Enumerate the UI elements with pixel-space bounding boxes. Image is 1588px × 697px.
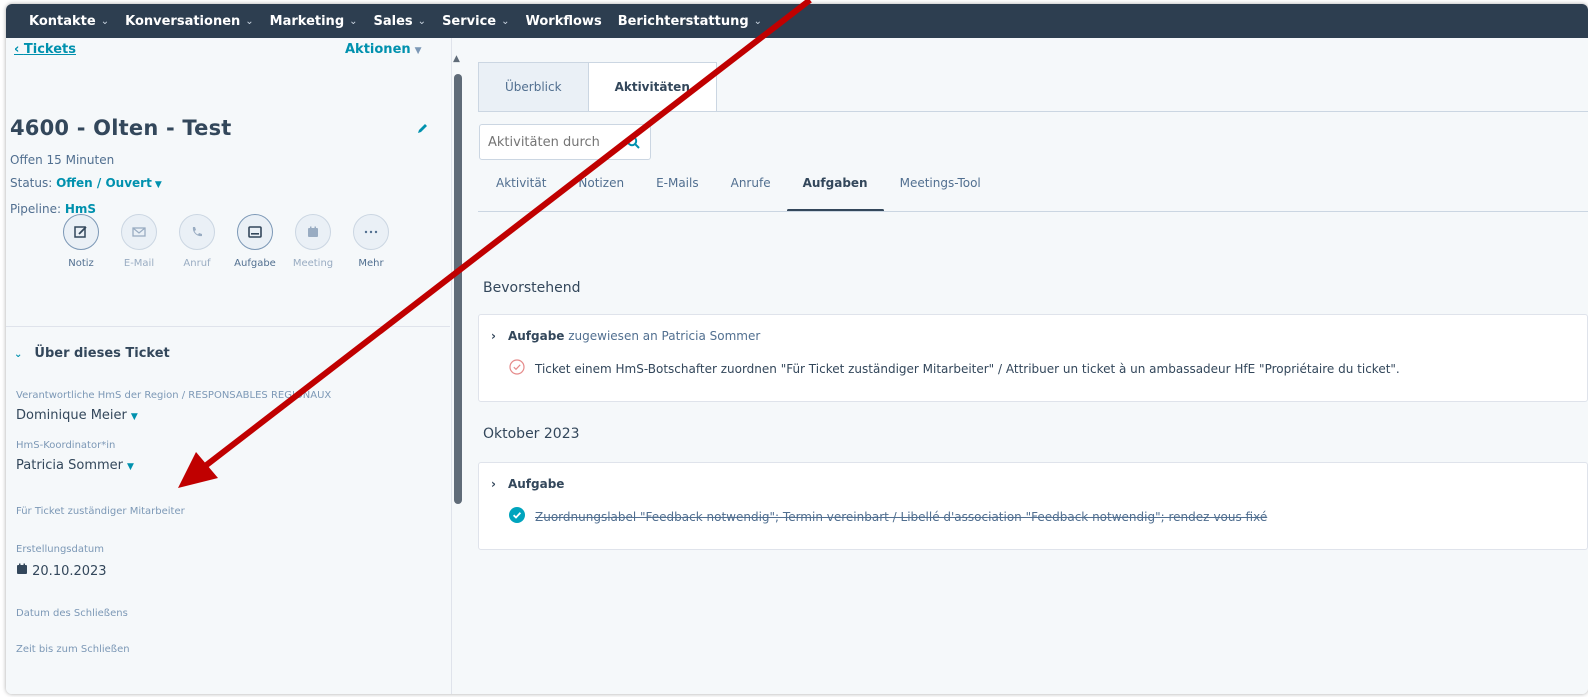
- caret-down-icon: ▼: [414, 46, 422, 56]
- regional-responsible-dropdown[interactable]: Dominique Meier ▼: [16, 408, 138, 423]
- chevron-down-icon: ⌄: [417, 15, 427, 27]
- subtab-emails[interactable]: E-Mails: [656, 176, 699, 212]
- subtab-activity[interactable]: Aktivität: [496, 176, 546, 212]
- nav-sales[interactable]: Sales ⌄: [374, 14, 427, 29]
- subtab-meetings[interactable]: Meetings-Tool: [900, 176, 981, 212]
- record-tabs: Überblick Aktivitäten: [478, 62, 717, 112]
- nav-service[interactable]: Service ⌄: [442, 14, 509, 29]
- tab-activities[interactable]: Aktivitäten: [588, 62, 717, 112]
- meeting-button[interactable]: Meeting: [283, 214, 343, 269]
- upcoming-task-card: › Aufgabe zugewiesen an Patricia Sommer T…: [478, 314, 1588, 402]
- calendar-icon: [295, 214, 331, 250]
- activity-search: [479, 124, 651, 160]
- activity-filter-tabs: Aktivität Notizen E-Mails Anrufe Aufgabe…: [496, 176, 1013, 212]
- close-date-label[interactable]: Datum des Schließens: [16, 608, 128, 619]
- nav-konversationen[interactable]: Konversationen ⌄: [125, 14, 254, 29]
- status-dropdown[interactable]: Offen / Ouvert ▼: [56, 176, 162, 190]
- caret-down-icon: ▼: [127, 462, 134, 472]
- pencil-icon[interactable]: [417, 119, 429, 138]
- app-window: Kontakte ⌄ Konversationen ⌄ Marketing ⌄ Sal…: [6, 4, 1588, 694]
- subtab-calls[interactable]: Anrufe: [731, 176, 771, 212]
- regional-responsible-label: Verantwortliche HmS der Region / RESPONS…: [16, 390, 332, 401]
- activity-search-input[interactable]: [488, 134, 608, 150]
- about-ticket-section-toggle[interactable]: ⌄ Über dieses Ticket: [14, 346, 170, 361]
- nav-berichterstattung[interactable]: Berichterstattung ⌄: [618, 14, 762, 29]
- coordinator-dropdown[interactable]: Patricia Sommer ▼: [16, 458, 134, 473]
- scrollbar-thumb[interactable]: [454, 74, 462, 504]
- sidebar-scrollbar[interactable]: ▲: [452, 52, 464, 694]
- subtab-notes[interactable]: Notizen: [578, 176, 624, 212]
- chevron-down-icon: ⌄: [100, 15, 110, 27]
- calendar-icon: [16, 563, 28, 579]
- caret-down-icon: ▼: [154, 180, 162, 190]
- chevron-down-icon: ⌄: [349, 15, 358, 27]
- chevron-down-icon: ⌄: [14, 349, 23, 360]
- chevron-down-icon: ⌄: [245, 15, 254, 27]
- nav-kontakte[interactable]: Kontakte ⌄: [29, 14, 109, 29]
- subtab-divider: [478, 211, 1588, 212]
- activity-buttons: Notiz E-Mail Anruf Aufgabe Meeting Mehr: [51, 214, 411, 294]
- chevron-down-icon: ⌄: [753, 15, 763, 27]
- email-button[interactable]: E-Mail: [109, 214, 169, 269]
- open-duration: Offen 15 Minuten: [10, 153, 115, 167]
- caret-down-icon: ▼: [130, 412, 138, 422]
- search-icon[interactable]: [626, 135, 640, 153]
- task-button[interactable]: Aufgabe: [225, 214, 285, 269]
- october-heading: Oktober 2023: [483, 426, 580, 442]
- created-date-field[interactable]: 20.10.2023: [16, 563, 107, 579]
- tab-overview[interactable]: Überblick: [478, 62, 589, 112]
- completed-task-card: › Aufgabe Zuordnungslabel "Feedback notwe…: [478, 462, 1588, 550]
- coordinator-label: HmS-Koordinator*in: [16, 440, 116, 451]
- top-navigation: Kontakte ⌄ Konversationen ⌄ Marketing ⌄ Sal…: [6, 4, 1588, 38]
- upcoming-heading: Bevorstehend: [483, 280, 581, 296]
- chevron-right-icon: ›: [491, 477, 496, 491]
- created-date-label: Erstellungsdatum: [16, 544, 104, 555]
- task-card-header[interactable]: › Aufgabe zugewiesen an Patricia Sommer: [491, 329, 760, 343]
- back-to-tickets-link[interactable]: ‹ Tickets: [14, 42, 76, 57]
- nav-marketing[interactable]: Marketing ⌄: [270, 14, 358, 29]
- time-to-close-label: Zeit bis zum Schließen: [16, 644, 130, 655]
- task-completed-checkbox[interactable]: [509, 507, 525, 526]
- scroll-up-icon[interactable]: ▲: [453, 54, 460, 64]
- ticket-title: 4600 - Olten - Test: [10, 116, 232, 140]
- task-item: Zuordnungslabel "Feedback notwendig"; Te…: [509, 507, 1267, 526]
- task-text[interactable]: Zuordnungslabel "Feedback notwendig"; Te…: [535, 510, 1267, 524]
- task-item: Ticket einem HmS-Botschafter zuordnen "F…: [509, 359, 1400, 378]
- task-card-header[interactable]: › Aufgabe: [491, 477, 564, 491]
- status-row: Status: Offen / Ouvert ▼: [10, 176, 162, 190]
- chevron-right-icon: ›: [491, 329, 496, 343]
- sidebar-divider: [6, 326, 450, 327]
- email-icon: [121, 214, 157, 250]
- more-button[interactable]: Mehr: [341, 214, 401, 269]
- chevron-down-icon: ⌄: [501, 15, 510, 27]
- actions-dropdown[interactable]: Aktionen ▼: [345, 42, 422, 57]
- task-text[interactable]: Ticket einem HmS-Botschafter zuordnen "F…: [535, 362, 1400, 376]
- more-icon: [353, 214, 389, 250]
- nav-workflows[interactable]: Workflows: [526, 14, 602, 29]
- note-icon: [63, 214, 99, 250]
- subtab-tasks[interactable]: Aufgaben: [786, 176, 884, 212]
- ticket-owner-label[interactable]: Für Ticket zuständiger Mitarbeiter: [16, 506, 185, 517]
- call-button[interactable]: Anruf: [167, 214, 227, 269]
- tab-underline: [478, 111, 1588, 112]
- task-icon: [237, 214, 273, 250]
- note-button[interactable]: Notiz: [51, 214, 111, 269]
- task-checkbox[interactable]: [509, 359, 525, 378]
- phone-icon: [179, 214, 215, 250]
